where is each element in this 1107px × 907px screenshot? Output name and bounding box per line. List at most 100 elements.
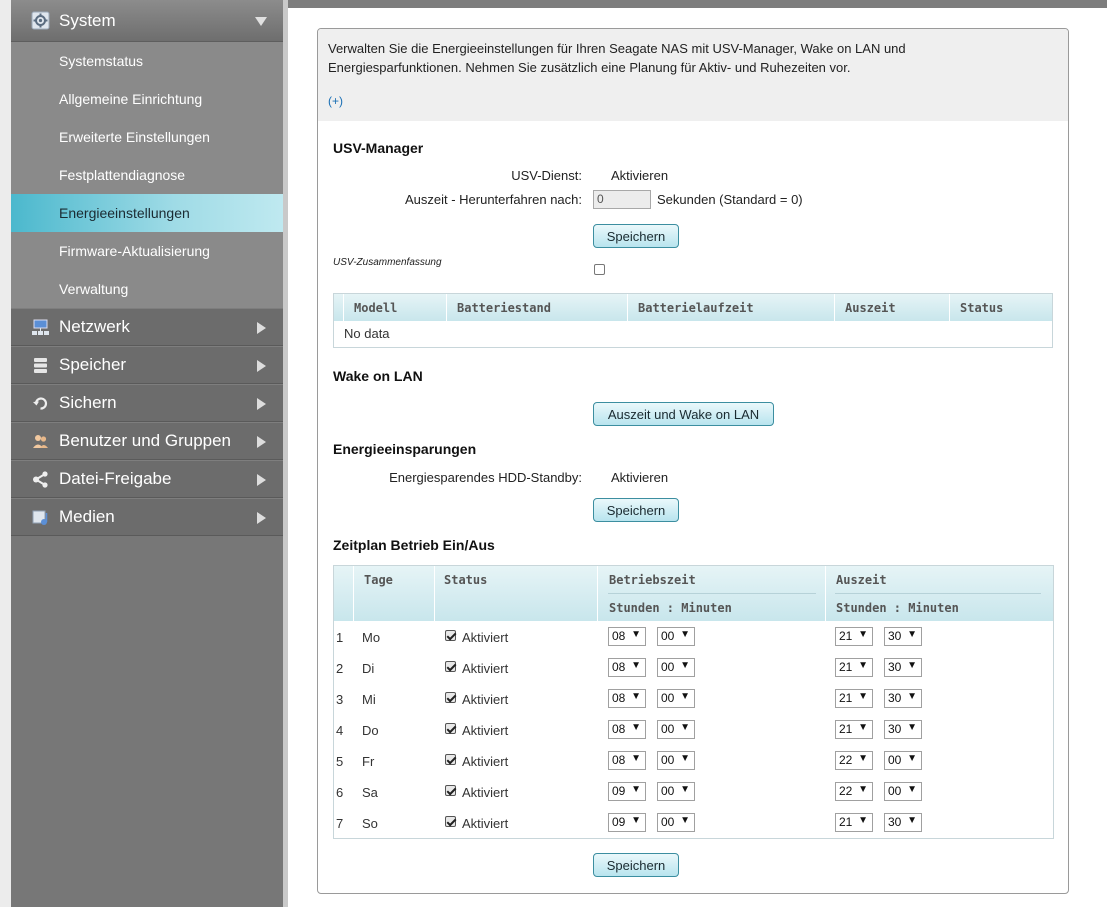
sidebar-section-netzwerk[interactable]: Netzwerk <box>11 308 283 346</box>
sidebar-section-speicher[interactable]: Speicher <box>11 346 283 384</box>
off-hour-select[interactable]: 21 ▼ <box>835 689 873 708</box>
off-hour-select[interactable]: 21 ▼ <box>835 627 873 646</box>
column-header[interactable]: Modell <box>344 294 447 321</box>
sidebar-item-erweiterte-einstellungen[interactable]: Erweiterte Einstellungen <box>11 118 283 156</box>
on-minute-select[interactable]: 00 ▼ <box>657 627 695 646</box>
off-minute-select[interactable]: 30 ▼ <box>884 627 922 646</box>
sidebar-item-verwaltung[interactable]: Verwaltung <box>11 270 283 308</box>
on-minute-select[interactable]: 00 ▼ <box>657 658 695 677</box>
intro-box: Verwalten Sie die Energieeinstellungen f… <box>318 29 1068 121</box>
top-bar <box>288 0 1107 8</box>
column-header[interactable]: Status <box>950 294 1052 321</box>
on-hour-select[interactable]: 09 ▼ <box>608 813 646 832</box>
shutdown-seconds-input[interactable]: 0 <box>593 190 651 209</box>
day-name: Fr <box>362 754 375 769</box>
on-minute-select[interactable]: 00 ▼ <box>657 689 695 708</box>
on-hour-select[interactable]: 08 ▼ <box>608 627 646 646</box>
dropdown-arrow-icon: ▼ <box>858 691 868 702</box>
off-hour-select[interactable]: 22 ▼ <box>835 751 873 770</box>
off-hour-select[interactable]: 22 ▼ <box>835 782 873 801</box>
sidebar-item-energieeinstellungen[interactable]: Energieeinstellungen <box>11 194 283 232</box>
share-icon <box>31 470 50 489</box>
day-enabled-checkbox[interactable] <box>445 661 456 672</box>
off-minute-select[interactable]: 30 ▼ <box>884 813 922 832</box>
off-minute-select[interactable]: 00 ▼ <box>884 782 922 801</box>
selected-value: 00 <box>661 722 675 736</box>
on-minute-select[interactable]: 00 ▼ <box>657 782 695 801</box>
on-minute-select[interactable]: 00 ▼ <box>657 813 695 832</box>
sidebar-item-firmware-aktualisierung[interactable]: Firmware-Aktualisierung <box>11 232 283 270</box>
day-enabled-checkbox[interactable] <box>445 630 456 641</box>
off-minute-select[interactable]: 30 ▼ <box>884 720 922 739</box>
schedule-title: Zeitplan Betrieb Ein/Aus <box>333 537 495 553</box>
column-header[interactable]: Auszeit <box>835 294 950 321</box>
day-enabled-checkbox[interactable] <box>445 785 456 796</box>
column-header-day[interactable]: Tage <box>364 573 393 587</box>
off-hour-select[interactable]: 21 ▼ <box>835 658 873 677</box>
more-info-link[interactable]: (+) <box>328 92 1058 111</box>
row-number: 7 <box>336 816 344 831</box>
column-header[interactable]: Batterielaufzeit <box>628 294 835 321</box>
sidebar-section-datei-freigabe[interactable]: Datei-Freigabe <box>11 460 283 498</box>
dropdown-arrow-icon: ▼ <box>631 660 641 671</box>
table-row: 6 Sa Aktiviert 09 ▼ 00 ▼ 22 ▼ 00 ▼ <box>334 777 1053 808</box>
column-subheader-hours-minutes: Stunden : Minuten <box>609 601 732 615</box>
usv-summary-table: Modell Batteriestand Batterielaufzeit Au… <box>333 293 1053 348</box>
sidebar-section-medien[interactable]: Medien <box>11 498 283 536</box>
users-icon <box>31 432 50 451</box>
off-minute-select[interactable]: 30 ▼ <box>884 689 922 708</box>
usv-save-button[interactable]: Speichern <box>593 224 679 248</box>
row-number: 5 <box>336 754 344 769</box>
sidebar-section-benutzer-und-gruppen[interactable]: Benutzer und Gruppen <box>11 422 283 460</box>
row-number: 4 <box>336 723 344 738</box>
on-hour-select[interactable]: 08 ▼ <box>608 751 646 770</box>
on-minute-select[interactable]: 00 ▼ <box>657 720 695 739</box>
day-name: Di <box>362 661 375 676</box>
wake-on-lan-button[interactable]: Auszeit und Wake on LAN <box>593 402 774 426</box>
on-hour-select[interactable]: 08 ▼ <box>608 658 646 677</box>
selected-value: 30 <box>888 629 902 643</box>
dropdown-arrow-icon: ▼ <box>631 722 641 733</box>
on-hour-select[interactable]: 09 ▼ <box>608 782 646 801</box>
off-hour-select[interactable]: 21 ▼ <box>835 813 873 832</box>
column-header-operating-time[interactable]: Betriebszeit <box>609 573 696 587</box>
off-hour-select[interactable]: 21 ▼ <box>835 720 873 739</box>
on-hour-select[interactable]: 08 ▼ <box>608 720 646 739</box>
usv-service-label: USV-Dienst: <box>511 168 582 183</box>
column-header-off-time[interactable]: Auszeit <box>836 573 887 587</box>
row-number: 6 <box>336 785 344 800</box>
sidebar-section-label: Medien <box>59 507 115 526</box>
energy-save-button[interactable]: Speichern <box>593 498 679 522</box>
selected-value: 09 <box>612 815 626 829</box>
selected-value: 21 <box>839 815 853 829</box>
column-header[interactable]: Batteriestand <box>447 294 628 321</box>
sidebar-section-label: Speicher <box>59 355 127 374</box>
day-enabled-checkbox[interactable] <box>445 754 456 765</box>
selected-value: 00 <box>661 660 675 674</box>
energy-saving-title: Energieeinsparungen <box>333 441 477 457</box>
sidebar-item-allgemeine-einrichtung[interactable]: Allgemeine Einrichtung <box>11 80 283 118</box>
shutdown-unit-label: Sekunden (Standard = 0) <box>657 192 803 207</box>
day-enabled-checkbox[interactable] <box>445 816 456 827</box>
selected-value: 08 <box>612 629 626 643</box>
sidebar-item-festplattendiagnose[interactable]: Festplattendiagnose <box>11 156 283 194</box>
day-enabled-checkbox[interactable] <box>445 692 456 703</box>
column-header-status[interactable]: Status <box>444 573 487 587</box>
sidebar-section-system[interactable]: System <box>11 0 283 42</box>
day-enabled-checkbox[interactable] <box>445 723 456 734</box>
off-minute-select[interactable]: 30 ▼ <box>884 658 922 677</box>
day-name: Mi <box>362 692 376 707</box>
sidebar-section-sichern[interactable]: Sichern <box>11 384 283 422</box>
row-number: 1 <box>336 630 344 645</box>
dropdown-arrow-icon: ▼ <box>631 629 641 640</box>
usv-service-checkbox[interactable] <box>594 264 605 276</box>
day-status-label: Aktiviert <box>462 785 509 800</box>
on-minute-select[interactable]: 00 ▼ <box>657 751 695 770</box>
on-hour-select[interactable]: 08 ▼ <box>608 689 646 708</box>
sidebar-section-label: Netzwerk <box>59 317 130 336</box>
off-minute-select[interactable]: 00 ▼ <box>884 751 922 770</box>
sidebar-item-systemstatus[interactable]: Systemstatus <box>11 42 283 80</box>
dropdown-arrow-icon: ▼ <box>631 753 641 764</box>
schedule-save-button[interactable]: Speichern <box>593 853 679 877</box>
day-status-label: Aktiviert <box>462 754 509 769</box>
